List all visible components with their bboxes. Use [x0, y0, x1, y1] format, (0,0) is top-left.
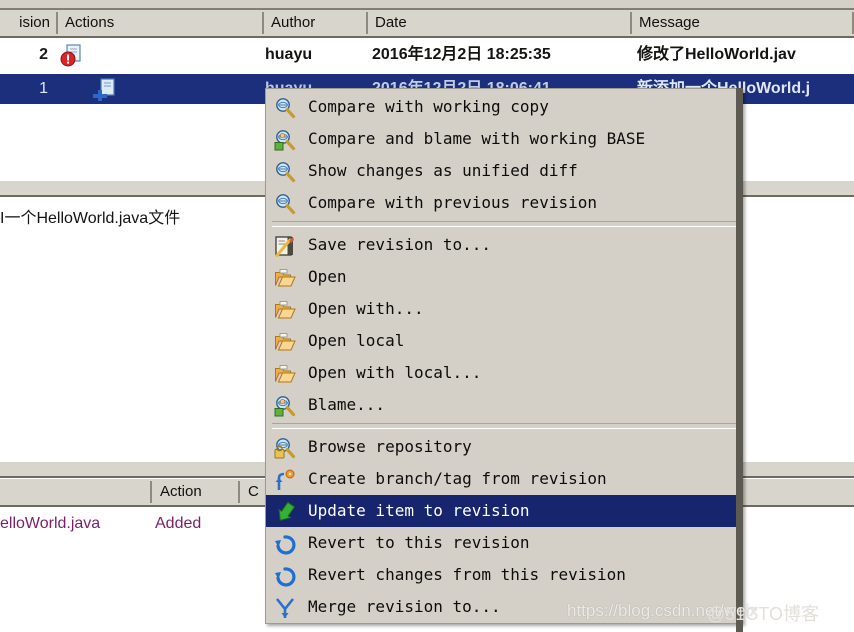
- revision-cell: 1: [39, 80, 48, 97]
- magnifier-compare-icon: [274, 193, 296, 215]
- menu-item-label: Open: [308, 267, 347, 286]
- menu-item-open-local[interactable]: Open local: [266, 325, 742, 357]
- date-cell: 2016年12月2日 18:25:35: [372, 46, 551, 63]
- menu-separator: [272, 221, 736, 227]
- column-header-label: Author: [271, 14, 316, 31]
- added-file-icon: [92, 78, 118, 107]
- menu-item-label: Blame...: [308, 395, 386, 414]
- column-header-actions[interactable]: Actions: [58, 10, 264, 36]
- menu-item-label: Merge revision to...: [308, 597, 501, 616]
- context-menu[interactable]: Compare with working copy Compare and bla…: [265, 88, 743, 624]
- magnifier-repository-icon: [274, 437, 296, 459]
- menu-item-save-revision-to[interactable]: Save revision to...: [266, 229, 742, 261]
- modified-file-icon: [60, 44, 84, 73]
- menu-item-label: Open with...: [308, 299, 424, 318]
- menu-item-label: Show changes as unified diff: [308, 161, 578, 180]
- file-column-header-path[interactable]: [0, 479, 152, 505]
- menu-item-open-with-local[interactable]: Open with local...: [266, 357, 742, 389]
- branch-tag-icon: [274, 469, 296, 491]
- menu-item-compare-with-previous-revision[interactable]: Compare with previous revision: [266, 187, 742, 219]
- file-path-cell: elloWorld.java: [0, 515, 101, 532]
- menu-item-label: Revert changes from this revision: [308, 565, 626, 584]
- window-top-strip: [0, 0, 854, 10]
- table-row[interactable]: 2 huayu 2016年12月2日 18:25:35 修改了HelloWorl…: [0, 40, 854, 70]
- menu-item-label: Create branch/tag from revision: [308, 469, 607, 488]
- revert-arrow-icon: [274, 533, 296, 555]
- file-action-cell: Added: [155, 515, 202, 532]
- author-cell: huayu: [265, 46, 313, 63]
- watermark-brand: @51CTO博客: [707, 604, 819, 624]
- menu-item-label: Open with local...: [308, 363, 482, 382]
- merge-icon: [274, 597, 296, 619]
- file-column-header-action[interactable]: Action: [152, 479, 240, 505]
- column-header-date[interactable]: Date: [368, 10, 632, 36]
- menu-item-browse-repository[interactable]: Browse repository: [266, 431, 742, 463]
- column-header-author[interactable]: Author: [264, 10, 368, 36]
- menu-item-label: Update item to revision: [308, 501, 530, 520]
- magnifier-compare-icon: [274, 161, 296, 183]
- menu-item-blame[interactable]: Blame...: [266, 389, 742, 421]
- menu-item-update-item-to-revision[interactable]: Update item to revision: [266, 495, 742, 527]
- menu-separator: [272, 423, 736, 429]
- column-header-label: Date: [375, 14, 407, 31]
- menu-item-label: Browse repository: [308, 437, 472, 456]
- revert-arrow-icon: [274, 565, 296, 587]
- folder-open-icon: [274, 299, 296, 321]
- log-table-header: ision Actions Author Date Message: [0, 10, 854, 38]
- folder-open-icon: [274, 363, 296, 385]
- menu-item-open-with[interactable]: Open with...: [266, 293, 742, 325]
- menu-item-revert-to-this-revision[interactable]: Revert to this revision: [266, 527, 742, 559]
- update-arrow-icon: [274, 501, 296, 523]
- magnifier-blame-icon: [274, 129, 296, 151]
- menu-item-label: Compare with working copy: [308, 97, 549, 116]
- menu-item-revert-changes-from-this-revision[interactable]: Revert changes from this revision: [266, 559, 742, 591]
- menu-item-open[interactable]: Open: [266, 261, 742, 293]
- folder-open-icon: [274, 267, 296, 289]
- folder-open-icon: [274, 331, 296, 353]
- column-header-message[interactable]: Message: [632, 10, 854, 36]
- column-header-label: Message: [639, 14, 700, 31]
- menu-edge-shadow: [736, 88, 743, 632]
- magnifier-compare-icon: [274, 97, 296, 119]
- menu-item-show-changes-as-unified-diff[interactable]: Show changes as unified diff: [266, 155, 742, 187]
- menu-item-label: Save revision to...: [308, 235, 492, 254]
- save-pencil-icon: [274, 235, 296, 257]
- column-header-label: ision: [19, 14, 50, 31]
- commit-message-text: I一个HelloWorld.java文件: [0, 210, 181, 227]
- revision-cell: 2: [39, 46, 48, 63]
- menu-item-label: Open local: [308, 331, 405, 350]
- menu-item-compare-and-blame-with-working-base[interactable]: Compare and blame with working BASE: [266, 123, 742, 155]
- message-cell: 修改了HelloWorld.jav: [637, 46, 796, 63]
- file-column-header-label: Action: [160, 483, 202, 500]
- menu-item-label: Compare and blame with working BASE: [308, 129, 646, 148]
- menu-item-label: Compare with previous revision: [308, 193, 597, 212]
- menu-item-compare-with-working-copy[interactable]: Compare with working copy: [266, 91, 742, 123]
- magnifier-blame-icon: [274, 395, 296, 417]
- column-header-ision[interactable]: ision: [0, 10, 58, 36]
- file-column-header-label: C: [248, 483, 259, 500]
- menu-item-create-branch-tag-from-revision[interactable]: Create branch/tag from revision: [266, 463, 742, 495]
- menu-item-label: Revert to this revision: [308, 533, 530, 552]
- column-header-label: Actions: [65, 14, 115, 31]
- tortoisesvn-log-window: ision Actions Author Date Message 2 huayu 20…: [0, 0, 854, 632]
